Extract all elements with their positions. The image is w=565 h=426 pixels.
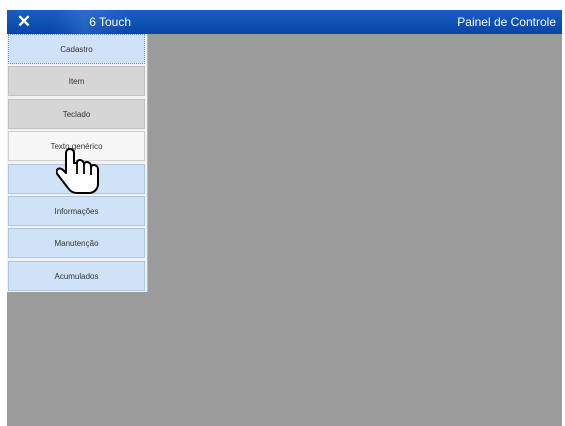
menu-item-cadastro[interactable]: Cadastro (8, 34, 145, 64)
menu-item-label: Acumulados (54, 271, 99, 281)
app-title: 6 Touch (53, 10, 131, 34)
menu-item-acumulados[interactable]: Acumulados (8, 261, 145, 291)
menu-item-label: Teclado (62, 109, 91, 119)
menu-item-label: Informações (54, 206, 99, 216)
close-button[interactable]: ✕ (15, 11, 33, 33)
menu-item-label: Item (68, 76, 85, 86)
hand-pointer-icon (56, 148, 99, 194)
menu-item-teclado[interactable]: Teclado (8, 99, 145, 129)
menu-item-informacoes[interactable]: Informações (8, 196, 145, 226)
panel-title: Painel de Controle (457, 15, 556, 29)
menu-item-label: Cadastro (60, 44, 93, 54)
main-content-area: Cadastro Item Teclado Texto genérico Inf… (7, 34, 562, 426)
menu-item-item[interactable]: Item (8, 66, 145, 96)
title-bar: ✕ 6 Touch Painel de Controle (7, 10, 562, 34)
close-icon[interactable]: ✕ (17, 12, 31, 31)
menu-item-label: Manutenção (54, 238, 99, 248)
menu-item-manutencao[interactable]: Manutenção (8, 228, 145, 258)
